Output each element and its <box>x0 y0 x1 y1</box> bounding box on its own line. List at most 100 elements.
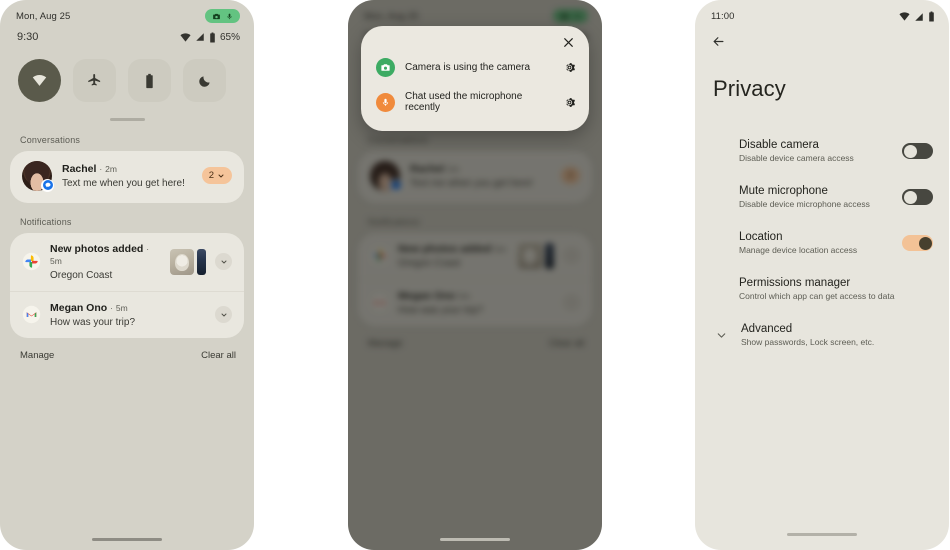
home-indicator[interactable] <box>440 538 510 541</box>
conversation-message: Text me when you get here! <box>62 177 185 189</box>
toggle-knob <box>918 236 932 250</box>
privacy-settings-list: Disable camera Disable device camera acc… <box>695 102 949 358</box>
setting-text: Permissions manager Control which app ca… <box>739 277 933 301</box>
photo-thumbnail-1 <box>170 248 194 275</box>
setting-description: Disable device microphone access <box>739 199 870 209</box>
privacy-indicator-dialog: Camera is using the camera Chat used the… <box>361 26 589 131</box>
manage-button[interactable]: Manage <box>20 350 54 361</box>
setting-row-mute-microphone[interactable]: Mute microphone Disable device microphon… <box>695 174 949 220</box>
status-time: 11:00 <box>711 11 735 22</box>
battery-icon <box>928 11 935 22</box>
dialog-item-microphone[interactable]: Chat used the microphone recently <box>361 84 589 120</box>
notification-time: 5m <box>50 255 62 266</box>
status-bar: Mon, Aug 25 <box>0 0 254 23</box>
notification-separator: · <box>110 302 113 313</box>
conversation-time: 2m <box>105 163 117 174</box>
conversation-sender-line: Rachel · 2m <box>62 163 192 175</box>
conversation-sender: Rachel <box>62 162 97 175</box>
gear-icon[interactable] <box>563 96 576 109</box>
quick-settings-tiles <box>0 43 254 102</box>
notification-thumbnails <box>170 248 206 275</box>
setting-row-advanced[interactable]: Advanced Show passwords, Lock screen, et… <box>695 312 949 358</box>
notification-row-photos[interactable]: New photos added · 5m Oregon Coast <box>10 233 244 291</box>
privacy-indicator-chip[interactable] <box>205 9 240 23</box>
setting-description: Manage device location access <box>739 245 858 255</box>
home-indicator[interactable] <box>787 533 857 536</box>
conversation-count-badge[interactable]: 2 <box>201 167 232 184</box>
battery-percent: 65% <box>219 31 240 43</box>
setting-name: Location <box>739 231 783 243</box>
setting-row-permissions-manager[interactable]: Permissions manager Control which app ca… <box>695 266 949 312</box>
status-bar: 11:00 <box>695 0 949 22</box>
notification-title-line: Megan Ono · 5m <box>50 302 206 314</box>
setting-row-disable-camera[interactable]: Disable camera Disable device camera acc… <box>695 128 949 174</box>
conversation-text: Rachel · 2m Text me when you get here! <box>62 163 192 189</box>
conversation-separator: · <box>99 163 103 174</box>
notification-separator: · <box>146 243 150 254</box>
setting-row-location[interactable]: Location Manage device location access <box>695 220 949 266</box>
status-icons <box>899 11 935 22</box>
back-arrow-icon <box>711 34 726 49</box>
phone-notification-shade: Mon, Aug 25 9:30 65% Conversations Rache… <box>0 0 254 550</box>
conversations-card: Rachel · 2m Text me when you get here! 2 <box>10 150 244 203</box>
dialog-item-label: Chat used the microphone recently <box>405 91 523 113</box>
battery-icon <box>145 73 154 89</box>
setting-text: Disable camera Disable device camera acc… <box>739 139 892 163</box>
expand-notification-button[interactable] <box>215 253 232 270</box>
setting-text: Advanced Show passwords, Lock screen, et… <box>741 323 933 347</box>
setting-description: Control which app can get access to data <box>739 291 895 301</box>
notification-text: New photos added · 5m Oregon Coast <box>50 243 161 281</box>
wifi-icon <box>31 72 48 89</box>
conversations-header: Conversations <box>20 134 81 145</box>
gear-icon[interactable] <box>563 61 576 74</box>
chevron-down-icon <box>217 172 225 180</box>
dialog-header <box>361 34 589 51</box>
qs-tile-internet[interactable] <box>18 59 61 102</box>
toggle-location[interactable] <box>902 235 933 251</box>
setting-name: Disable camera <box>739 139 819 151</box>
camera-icon <box>212 12 221 21</box>
conversation-count: 2 <box>208 170 214 181</box>
notifications-header: Notifications <box>20 216 72 227</box>
photo-thumbnail-2 <box>197 248 206 275</box>
toggle-knob <box>903 144 917 158</box>
dialog-item-label: Camera is using the camera <box>405 62 531 73</box>
phone-privacy-dialog: Mon, Aug 25 9:30 65% <box>348 0 602 550</box>
notification-time: 5m <box>115 302 128 313</box>
cell-signal-icon <box>914 12 924 22</box>
conversation-row[interactable]: Rachel · 2m Text me when you get here! 2 <box>10 151 244 203</box>
expand-notification-button[interactable] <box>215 306 232 323</box>
notifications-card: New photos added · 5m Oregon Coast Megan… <box>10 232 244 338</box>
setting-text: Location Manage device location access <box>739 231 892 255</box>
page-title: Privacy <box>713 76 786 101</box>
setting-description: Show passwords, Lock screen, etc. <box>741 337 875 347</box>
qs-time: 9:30 <box>17 31 39 43</box>
notification-text: Megan Ono · 5m How was your trip? <box>50 302 206 328</box>
qs-tile-battery-saver[interactable] <box>128 59 171 102</box>
screenshot-stage: Mon, Aug 25 9:30 65% Conversations Rache… <box>0 0 950 550</box>
toggle-mute-microphone[interactable] <box>902 189 933 205</box>
qs-tile-airplane-mode[interactable] <box>73 59 116 102</box>
microphone-icon <box>226 12 233 21</box>
battery-icon <box>209 31 216 43</box>
google-photos-icon <box>22 252 41 271</box>
microphone-icon <box>376 92 395 112</box>
chevron-down-icon <box>711 329 731 342</box>
setting-name: Advanced <box>741 323 793 335</box>
messages-icon <box>41 178 54 192</box>
dialog-item-camera[interactable]: Camera is using the camera <box>361 51 589 84</box>
notification-title: Megan Ono <box>50 301 108 314</box>
quick-settings-header: 9:30 65% <box>0 23 254 43</box>
close-icon[interactable] <box>562 36 575 49</box>
setting-description: Disable device camera access <box>739 153 854 163</box>
notification-subtitle: How was your trip? <box>50 316 136 328</box>
clear-all-button[interactable]: Clear all <box>201 350 236 361</box>
gmail-icon <box>22 305 41 324</box>
status-date: Mon, Aug 25 <box>16 10 71 22</box>
toggle-disable-camera[interactable] <box>902 143 933 159</box>
home-indicator[interactable] <box>92 538 162 541</box>
back-button[interactable] <box>695 22 949 54</box>
notification-row-gmail[interactable]: Megan Ono · 5m How was your trip? <box>10 292 244 338</box>
notification-title: New photos added <box>50 242 144 255</box>
qs-tile-dark-theme[interactable] <box>183 59 226 102</box>
